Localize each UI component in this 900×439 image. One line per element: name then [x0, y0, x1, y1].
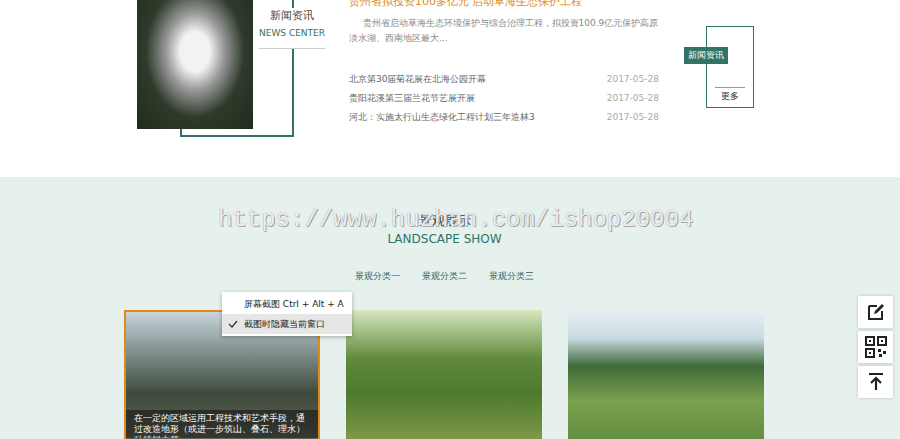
landscape-card[interactable] [346, 310, 542, 439]
card-grid: 在一定的区域运用工程技术和艺术手段，通过改造地形（或进一步筑山、叠石、理水）种植… [124, 310, 765, 439]
landscape-tab[interactable]: 景观分类二 [422, 269, 467, 283]
news-photo [137, 0, 253, 129]
more-link[interactable]: 更多 [715, 87, 745, 103]
watermark: https://www.huzhan.com/ishop20004 [218, 206, 693, 233]
context-menu-item[interactable]: 屏幕截图 Ctrl + Alt + A [222, 294, 352, 314]
context-menu: 屏幕截图 Ctrl + Alt + A截图时隐藏当前窗口 [222, 292, 352, 336]
context-menu-item[interactable]: 截图时隐藏当前窗口 [222, 314, 352, 334]
landscape-tab[interactable]: 景观分类三 [489, 269, 534, 283]
page: 新闻资讯NEWS CENTER贵州省拟投资100多亿元 启动草海生态保护工程贵州… [0, 0, 900, 439]
landscape-subtitle: LANDSCAPE SHOW [124, 231, 765, 247]
news-title: 新闻资讯 [259, 8, 325, 24]
news-visual: 新闻资讯 NEWS CENTER [137, 0, 327, 140]
top-button[interactable] [858, 366, 893, 398]
check-icon [222, 320, 244, 328]
card-caption: 在一定的区域运用工程技术和艺术手段，通过改造地形（或进一步筑山、叠石、理水）种植… [126, 410, 318, 438]
news-heading: 新闻资讯 NEWS CENTER [259, 8, 325, 49]
edit-icon [866, 302, 886, 322]
news-subtitle: NEWS CENTER [259, 26, 325, 40]
back-to-top-icon [866, 372, 886, 392]
qr-icon [865, 336, 887, 358]
landscape-tab[interactable]: 景观分类一 [355, 269, 400, 283]
news-item[interactable]: 贵阳花溪第三届兰花节艺展开展2017-05-28 [349, 89, 659, 108]
landscape-card[interactable] [568, 310, 764, 439]
news-section: 新闻资讯NEWS CENTER贵州省拟投资100多亿元 启动草海生态保护工程贵州… [0, 0, 900, 177]
news-list: 北京第30届菊花展在北海公园开幕2017-05-28贵阳花溪第三届兰花节艺展开展… [349, 70, 659, 127]
landscape-tabs: 景观分类一 景观分类二 景观分类三 [124, 269, 765, 283]
news-item[interactable]: 河北：实施太行山生态绿化工程计划三年造林32017-05-28 [349, 108, 659, 127]
news-item[interactable]: 北京第30届菊花展在北海公园开幕2017-05-28 [349, 70, 659, 89]
floating-sidebar [858, 296, 893, 398]
news-summary: 贵州省启动草海生态环境保护与综合治理工程，拟投资100.9亿元保护高原淡水湖、西… [349, 16, 659, 46]
news-headline[interactable]: 贵州省拟投资100多亿元 启动草海生态保护工程 [349, 0, 659, 10]
news-body: 贵州省拟投资100多亿元 启动草海生态保护工程贵州省启动草海生态环境保护与综合治… [349, 0, 659, 177]
qr-button[interactable] [858, 331, 893, 363]
news-badge: 新闻资讯 [684, 47, 728, 64]
more-box: 新闻资讯更多 [706, 26, 754, 108]
edit-button[interactable] [858, 296, 893, 328]
